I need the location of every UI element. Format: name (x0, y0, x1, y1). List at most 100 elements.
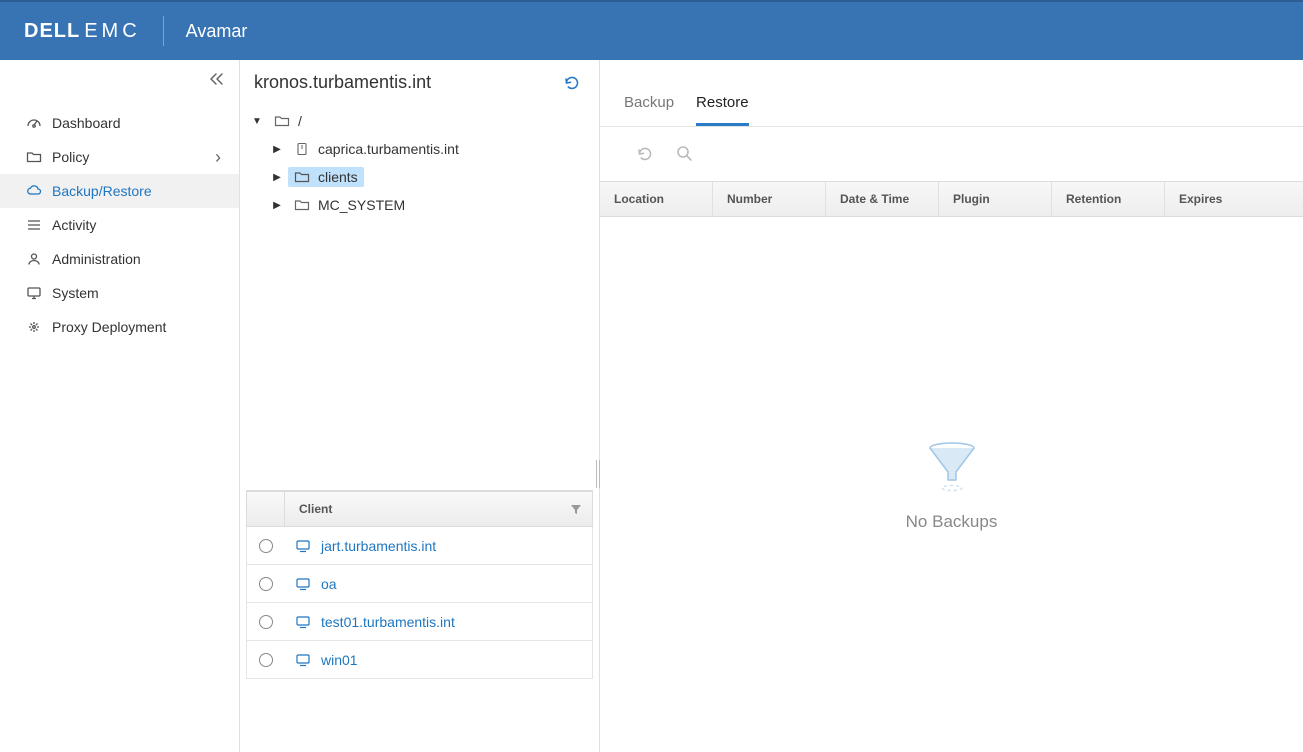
monitor-icon (295, 615, 311, 629)
refresh-icon (636, 145, 654, 163)
client-row[interactable]: jart.turbamentis.int (246, 527, 593, 565)
client-name-link[interactable]: win01 (285, 652, 592, 668)
client-radio[interactable] (247, 653, 285, 667)
client-name-link[interactable]: oa (285, 576, 592, 592)
brand-dell: DELL (24, 20, 80, 43)
nav-label: System (52, 285, 99, 301)
chevron-double-left-icon (209, 72, 225, 86)
client-header-label-text: Client (299, 502, 332, 516)
folder-icon (294, 170, 310, 184)
tree-node-label: clients (318, 169, 358, 185)
tree-node-label: MC_SYSTEM (318, 197, 405, 213)
nav-label: Dashboard (52, 115, 121, 131)
client-list-header: Client (246, 491, 593, 527)
sidebar-item-policy[interactable]: Policy (0, 140, 239, 174)
monitor-icon (295, 577, 311, 591)
column-resize-handle[interactable] (596, 460, 602, 488)
monitor-icon (295, 653, 311, 667)
empty-state-text: No Backups (906, 512, 998, 532)
sidebar-item-backup-restore[interactable]: Backup/Restore (0, 174, 239, 208)
search-grid-button[interactable] (676, 145, 693, 163)
client-row[interactable]: win01 (246, 641, 593, 679)
client-radio[interactable] (247, 577, 285, 591)
client-row[interactable]: test01.turbamentis.int (246, 603, 593, 641)
column-datetime[interactable]: Date & Time (826, 182, 939, 216)
caret-right-icon (272, 171, 282, 183)
column-retention[interactable]: Retention (1052, 182, 1165, 216)
browser-header: kronos.turbamentis.int (240, 60, 599, 107)
client-name-text: jart.turbamentis.int (321, 538, 436, 554)
main-layout: Dashboard Policy Backup/Restore Activity (0, 60, 1303, 752)
tree-node-clients[interactable]: clients (250, 163, 589, 191)
sidebar-item-administration[interactable]: Administration (0, 242, 239, 276)
client-name-link[interactable]: jart.turbamentis.int (285, 538, 592, 554)
client-name-link[interactable]: test01.turbamentis.int (285, 614, 592, 630)
caret-down-icon (252, 115, 262, 127)
column-expires[interactable]: Expires (1165, 182, 1303, 216)
grid-toolbar (600, 127, 1303, 181)
refresh-icon (563, 74, 581, 92)
filter-icon[interactable] (570, 503, 582, 515)
tree-node-label: caprica.turbamentis.int (318, 141, 459, 157)
client-name-text: test01.turbamentis.int (321, 614, 455, 630)
sidebar-item-system[interactable]: System (0, 276, 239, 310)
cloud-backup-icon (26, 183, 42, 199)
app-header: DELLEMC Avamar (0, 0, 1303, 60)
column-location[interactable]: Location (600, 182, 713, 216)
column-plugin[interactable]: Plugin (939, 182, 1052, 216)
domain-tree: / caprica.turbamentis.int cl (240, 107, 599, 229)
tab-row: Backup Restore (600, 94, 1303, 127)
app-name: Avamar (186, 21, 248, 42)
monitor-icon (26, 285, 42, 301)
sidebar-item-dashboard[interactable]: Dashboard (0, 106, 239, 140)
funnel-icon (924, 438, 980, 494)
browser-column: kronos.turbamentis.int / (240, 60, 600, 752)
client-column-header[interactable]: Client (285, 492, 592, 526)
tab-backup[interactable]: Backup (624, 94, 674, 126)
gauge-icon (26, 115, 42, 131)
folder-icon (274, 114, 290, 128)
tree-node-host[interactable]: caprica.turbamentis.int (250, 135, 589, 163)
client-name-text: oa (321, 576, 337, 592)
browser-title: kronos.turbamentis.int (254, 72, 431, 93)
search-icon (676, 145, 693, 162)
list-icon (26, 217, 42, 233)
folder-icon (294, 198, 310, 212)
sidebar: Dashboard Policy Backup/Restore Activity (0, 60, 240, 752)
nav-label: Proxy Deployment (52, 319, 166, 335)
details-column: Backup Restore Location Number Date & Ti… (600, 60, 1303, 752)
nav-label: Policy (52, 149, 89, 165)
column-number[interactable]: Number (713, 182, 826, 216)
refresh-tree-button[interactable] (563, 74, 581, 92)
brand-logo: DELLEMC (24, 20, 141, 43)
nav-list: Dashboard Policy Backup/Restore Activity (0, 106, 239, 344)
client-list-panel: Client jart.turbamentis.int oa (246, 490, 593, 752)
tab-restore[interactable]: Restore (696, 94, 749, 126)
caret-right-icon (272, 143, 282, 155)
client-radio[interactable] (247, 539, 285, 553)
tree-node-mcsystem[interactable]: MC_SYSTEM (250, 191, 589, 219)
empty-state: No Backups (600, 217, 1303, 752)
deploy-icon (26, 319, 42, 335)
nav-label: Backup/Restore (52, 183, 152, 199)
refresh-grid-button[interactable] (636, 145, 654, 163)
header-divider (163, 16, 164, 46)
host-icon (294, 142, 310, 156)
sidebar-item-proxy-deployment[interactable]: Proxy Deployment (0, 310, 239, 344)
nav-label: Activity (52, 217, 96, 233)
client-header-spacer (247, 492, 285, 526)
client-row[interactable]: oa (246, 565, 593, 603)
grid-header: Location Number Date & Time Plugin Reten… (600, 181, 1303, 217)
brand-emc: EMC (84, 20, 140, 43)
collapse-sidebar-button[interactable] (209, 72, 225, 86)
tree-root[interactable]: / (250, 107, 589, 135)
folder-icon (26, 149, 42, 165)
client-radio[interactable] (247, 615, 285, 629)
caret-right-icon (272, 199, 282, 211)
monitor-icon (295, 539, 311, 553)
sidebar-item-activity[interactable]: Activity (0, 208, 239, 242)
nav-label: Administration (52, 251, 141, 267)
client-name-text: win01 (321, 652, 358, 668)
tree-root-label: / (298, 113, 302, 129)
user-icon (26, 251, 42, 267)
